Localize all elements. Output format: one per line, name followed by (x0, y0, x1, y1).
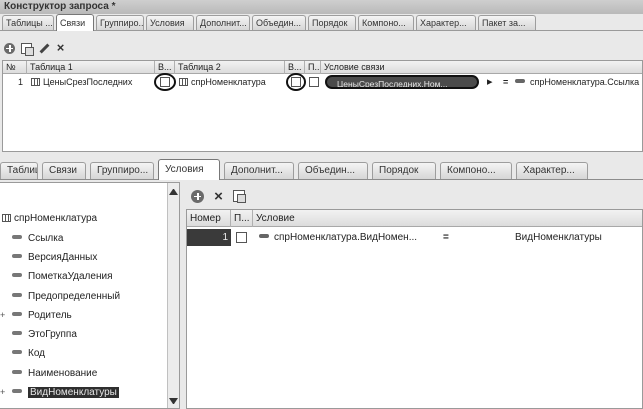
condition-right-field[interactable]: спрНоменклатура.Ссылка (515, 75, 642, 89)
tab-composition[interactable]: Компоно... (440, 162, 512, 179)
row-table1[interactable]: ЦеныСрезПоследних (31, 75, 153, 89)
col-condition[interactable]: Условие связи (321, 61, 642, 74)
table-row[interactable]: 1 ЦеныСрезПоследних спрНоменклатура Цены… (3, 73, 642, 91)
edit-icon[interactable] (38, 43, 49, 54)
delete-icon[interactable]: × (55, 41, 66, 54)
tab-additional[interactable]: Дополнит... (224, 162, 294, 179)
row-number: 1 (17, 77, 23, 87)
col-condition[interactable]: Условие (253, 210, 642, 227)
expand-icon[interactable]: + (0, 385, 5, 400)
tree-item[interactable]: Ссылка (0, 231, 63, 246)
tree-item[interactable]: ПометкаУдаления (0, 269, 112, 284)
highlight-circle (286, 73, 306, 91)
arbitrary-checkbox[interactable] (309, 77, 319, 87)
field-icon (12, 254, 22, 258)
field-icon (12, 389, 22, 393)
tab-batch[interactable]: Пакет за... (478, 15, 536, 30)
field-icon (12, 370, 22, 374)
copy-icon[interactable] (233, 190, 246, 203)
field-icon (12, 273, 22, 277)
tree-item[interactable]: ВерсияДанных (0, 250, 97, 265)
tab-characteristics[interactable]: Характер... (516, 162, 588, 179)
conditions-grid-header: Номер П... Условие (187, 210, 642, 227)
field-icon (12, 331, 22, 335)
condition-left-field[interactable]: ЦеныСрезПоследних.Ном... (325, 75, 479, 89)
tab-grouping[interactable]: Группиро... (90, 162, 154, 179)
add-icon[interactable] (4, 42, 15, 54)
tree-item[interactable]: + Родитель (0, 308, 72, 323)
col-arbitrary[interactable]: П... (231, 210, 253, 227)
conditions-toolbar: × (191, 188, 246, 204)
field-icon (12, 235, 22, 239)
arbitrary-checkbox[interactable] (236, 232, 247, 243)
tab-tables[interactable]: Таблицы ... (0, 162, 38, 179)
col-number[interactable]: Номер (187, 210, 231, 227)
top-tab-bar: Таблицы ... Связи Группиро... Условия До… (0, 14, 643, 31)
condition-field[interactable]: спрНоменклатура.ВидНомен... (259, 229, 435, 246)
table-icon (2, 214, 11, 222)
tab-conditions[interactable]: Условия (146, 15, 194, 30)
table-row[interactable]: 1 спрНоменклатура.ВидНомен... = ВидНомен… (187, 229, 642, 246)
scroll-down-icon[interactable] (169, 398, 178, 404)
tab-unions[interactable]: Объедин... (252, 15, 306, 30)
condition-operator[interactable]: = (443, 229, 455, 246)
conditions-grid: Номер П... Условие 1 спрНоменклатура.Вид… (186, 209, 643, 409)
tab-grouping[interactable]: Группиро... (96, 15, 144, 30)
field-icon (12, 293, 22, 297)
links-grid-header: № Таблица 1 В... Таблица 2 В... П... Усл… (3, 61, 642, 74)
tree-root-item[interactable]: спрНоменклатура (0, 211, 97, 226)
bottom-tab-bar: Таблицы ... Связи Группиро... Условия До… (0, 158, 643, 180)
field-icon (12, 350, 22, 354)
tab-characteristics[interactable]: Характер... (416, 15, 476, 30)
copy-icon[interactable] (21, 42, 34, 56)
condition-operator[interactable]: = (503, 75, 513, 89)
window-title: Конструктор запроса * (0, 0, 643, 14)
tab-composition[interactable]: Компоно... (358, 15, 414, 30)
tab-order[interactable]: Порядок (308, 15, 356, 30)
row-table2[interactable]: спрНоменклатура (179, 75, 283, 89)
tab-links[interactable]: Связи (56, 14, 94, 31)
field-icon (515, 79, 525, 83)
tab-additional[interactable]: Дополнит... (196, 15, 250, 30)
col-table2[interactable]: Таблица 2 (175, 61, 285, 74)
highlight-circle (154, 73, 176, 91)
table-icon (179, 78, 188, 86)
row-number: 1 (187, 229, 231, 246)
col-arbitrary[interactable]: П... (305, 61, 321, 74)
expand-icon[interactable]: + (0, 308, 5, 323)
tree-item[interactable]: Наименование (0, 366, 97, 381)
fields-tree: спрНоменклатура Ссылка ВерсияДанных Поме… (0, 182, 180, 409)
links-grid: № Таблица 1 В... Таблица 2 В... П... Усл… (2, 60, 643, 152)
tree-item-selected[interactable]: + ВидНоменклатуры (0, 385, 119, 400)
col-number[interactable]: № (3, 61, 27, 74)
field-icon (259, 234, 269, 238)
condition-value[interactable]: ВидНоменклатуры (515, 229, 642, 246)
tab-links[interactable]: Связи (42, 162, 86, 179)
field-icon (12, 312, 22, 316)
tab-tables[interactable]: Таблицы ... (2, 15, 54, 30)
tree-item[interactable]: Предопределенный (0, 289, 120, 304)
add-icon[interactable] (191, 189, 204, 203)
col-table1[interactable]: Таблица 1 (27, 61, 155, 74)
tree-item[interactable]: Код (0, 346, 45, 361)
tree-scrollbar[interactable] (167, 183, 179, 408)
tree-item[interactable]: ЭтоГруппа (0, 327, 77, 342)
links-toolbar: × (0, 40, 643, 56)
delete-icon[interactable]: × (212, 189, 225, 204)
table-icon (31, 78, 40, 86)
tab-conditions[interactable]: Условия (158, 159, 220, 180)
dropdown-arrow-icon[interactable]: ▸ (487, 75, 499, 89)
tab-unions[interactable]: Объедин... (298, 162, 368, 179)
tab-order[interactable]: Порядок (372, 162, 436, 179)
scroll-up-icon[interactable] (169, 189, 178, 195)
